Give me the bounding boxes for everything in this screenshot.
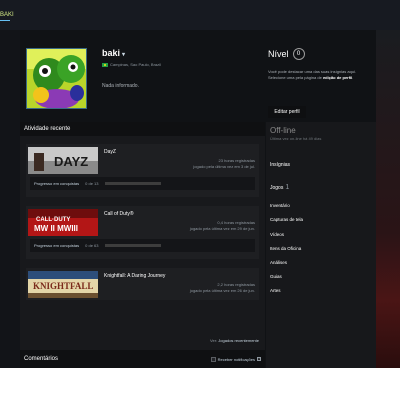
games-count: 1 [285,184,290,191]
last-played-text: jogado pela última vez em 26 de jun. [189,288,255,293]
game-item-knightfall[interactable]: KNIGHTFALL Knightfall: A Daring Journey … [26,268,259,300]
svg-text:CALL·DUTY: CALL·DUTY [36,217,70,223]
level-block: Nível 0 Você pode destacar uma das suas … [268,48,378,118]
achievement-count: 0 de 13 [85,181,99,186]
nav-link-profile[interactable]: BAKI [0,12,14,18]
comments-title: Comentários [24,356,59,362]
game-hours: 23 horas registradas jogado pela última … [193,158,255,170]
svg-text:MW II MWIII: MW II MWIII [34,224,78,233]
sidebar-item-games[interactable]: Jogos 1 [270,184,289,191]
location: Campinas, Sao Paulo, Brazil [102,62,161,67]
game-hours: 2,2 horas registradas jogado pela última… [190,282,255,294]
recently-played-text[interactable]: Jogados recentemente [218,338,259,343]
edit-profile-link[interactable]: edição de perfil [323,75,352,80]
level-label: Nível [268,49,289,59]
location-text: Campinas, Sao Paulo, Brazil [110,62,161,67]
online-status: Off-line [270,126,296,135]
sidebar-item-guides[interactable]: Guias [270,274,282,279]
profile-summary: Nada informado. [102,83,139,89]
achievement-bar [104,244,161,247]
level-description: Você pode destacar uma das suas insígnia… [268,69,358,81]
avatar[interactable] [26,48,87,109]
game-name[interactable]: Call of Duty® [104,211,134,217]
level-title: Nível 0 [268,48,378,60]
achievement-bar [104,182,161,185]
brazil-flag-icon [102,62,108,67]
achievement-progress[interactable]: Progresso em conquistas 0 de 63 [30,239,255,252]
view-label: Ver: [210,338,218,343]
profile-sidebar: Off-line Última vez on-line há 49 dias I… [266,122,376,368]
sidebar-item-reviews[interactable]: Análises [270,260,287,265]
nav-active-indicator [0,20,10,21]
game-item-dayz[interactable]: DAYZ DayZ 23 horas registradas jogado pe… [26,144,259,197]
notify-toggle[interactable]: Receber notificações ? [210,356,261,362]
last-online: Última vez on-line há 49 dias [270,136,322,141]
recent-activity-panel: Atividade recente DAYZ DayZ 23 horas reg… [20,122,265,368]
achievement-label: Progresso em conquistas [34,181,80,186]
call-of-duty-capsule[interactable]: CALL·DUTY MW II MWIII [28,209,98,236]
sidebar-item-inventory[interactable]: Inventário [270,203,290,208]
games-label: Jogos [270,185,284,191]
last-played-text: jogado pela última vez em 29 de jun. [189,226,255,231]
svg-text:KNIGHTFALL: KNIGHTFALL [33,281,93,291]
persona-name-text: baki [102,48,121,58]
chevron-down-icon[interactable]: ▾ [122,52,125,58]
sidebar-item-workshop[interactable]: Itens da Oficina [270,246,301,251]
profile-page: baki ▾ Campinas, Sao Paulo, Brazil Nada i… [0,30,400,368]
svg-text:DAYZ: DAYZ [54,154,88,169]
game-name[interactable]: Knightfall: A Daring Journey [104,273,165,279]
last-played-text: jogado pela última vez em 3 de jul. [193,164,255,169]
game-name[interactable]: DayZ [104,149,116,155]
edit-profile-button[interactable]: Editar perfil [268,106,306,118]
notify-checkbox[interactable] [210,356,216,362]
sidebar-item-screenshots[interactable]: Capturas de tela [270,217,303,222]
sidebar-item-videos[interactable]: Vídeos [270,232,284,237]
persona-name[interactable]: baki ▾ [102,48,125,58]
level-desc-end: . [352,75,354,80]
achievement-label: Progresso em conquistas [34,243,80,248]
notify-label: Receber notificações [217,356,255,362]
achievement-count: 0 de 63 [85,243,99,248]
dayz-capsule[interactable]: DAYZ [28,147,98,174]
game-hours: 0,4 horas registradas jogado pela última… [190,220,255,232]
level-badge[interactable]: 0 [292,48,305,60]
knightfall-capsule[interactable]: KNIGHTFALL [28,271,98,298]
background-right [376,30,400,368]
help-icon[interactable]: ? [257,357,261,361]
sidebar-item-artwork[interactable]: Artes [270,288,281,293]
comments-header: Comentários Receber notificações ? [20,350,265,368]
profile-header: baki ▾ Campinas, Sao Paulo, Brazil Nada i… [16,38,376,118]
game-item-call-of-duty[interactable]: CALL·DUTY MW II MWIII Call of Duty® 0,4 … [26,206,259,259]
sidebar-item-badges[interactable]: Insígnias [270,162,290,168]
recent-activity-header: Atividade recente [20,122,265,136]
achievement-progress[interactable]: Progresso em conquistas 0 de 13 [30,177,255,190]
top-nav: BAKI [0,0,400,30]
recently-played-link[interactable]: Ver: Jogados recentemente [210,338,259,343]
